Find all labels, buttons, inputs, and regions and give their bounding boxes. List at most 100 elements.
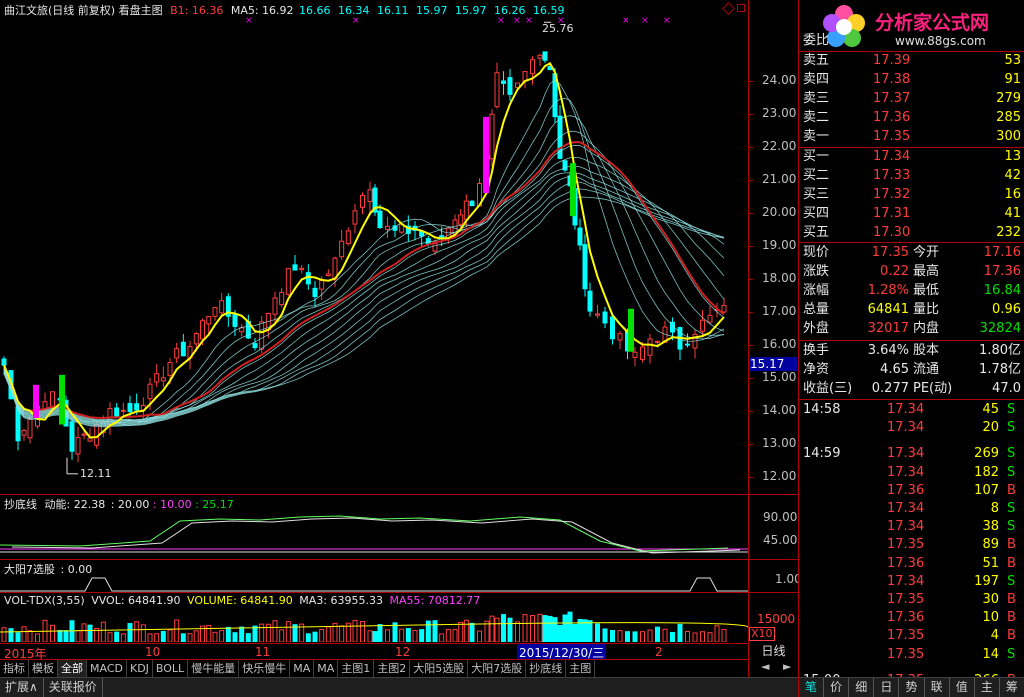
volume-bar bbox=[647, 629, 653, 642]
ribbon-ma-line bbox=[3, 196, 725, 428]
tick-side: S bbox=[1007, 501, 1016, 516]
candle-body bbox=[252, 343, 258, 349]
tab-chips[interactable]: 筹 bbox=[1000, 678, 1024, 697]
sell-row: 卖四 17.38 91 bbox=[799, 71, 1024, 89]
candle-body bbox=[174, 348, 180, 359]
nav-left-arrow[interactable]: ◄ bbox=[761, 660, 769, 673]
tab-macd[interactable]: MACD bbox=[87, 660, 127, 677]
related-quotes-button[interactable]: 关联报价 bbox=[44, 678, 103, 697]
quote-label: 内盘 bbox=[913, 321, 940, 336]
tab-bottom-line[interactable]: 抄底线 bbox=[526, 660, 567, 677]
tab-indicator[interactable]: 指标 bbox=[0, 660, 29, 677]
nav-right-arrow[interactable]: ► bbox=[783, 660, 791, 673]
quote-label: 涨跌 bbox=[803, 264, 830, 279]
tab-big-yang-5[interactable]: 大阳5选股 bbox=[410, 660, 469, 677]
volume-bar bbox=[180, 633, 186, 642]
volume-bar bbox=[75, 630, 81, 642]
candle-body bbox=[640, 346, 645, 360]
volume-bar bbox=[542, 615, 548, 642]
nav-left-icon: ◄ bbox=[761, 660, 770, 673]
volume-bar bbox=[352, 619, 358, 642]
volume-bar bbox=[399, 628, 405, 642]
candle-body bbox=[432, 243, 438, 252]
buy-label: 买二 bbox=[803, 168, 830, 183]
tab-price[interactable]: 价 bbox=[824, 678, 850, 697]
tab-main-chart-1[interactable]: 主图1 bbox=[338, 660, 375, 677]
expand-button[interactable]: 扩展∧ bbox=[0, 678, 44, 697]
tab-happy-slow-bull[interactable]: 快乐慢牛 bbox=[239, 660, 291, 677]
candle-body bbox=[114, 407, 120, 418]
tab-boll[interactable]: BOLL bbox=[153, 660, 189, 677]
vol-ma-line bbox=[0, 622, 748, 633]
square-icon[interactable] bbox=[737, 4, 745, 12]
sell-label: 卖四 bbox=[803, 72, 830, 87]
candle-body bbox=[325, 273, 331, 277]
ind1-v3: : 25.17 bbox=[195, 498, 234, 511]
tick-price: 17.35 bbox=[887, 537, 925, 553]
sell-label: 卖一 bbox=[803, 129, 830, 144]
ind2-chart[interactable] bbox=[0, 574, 748, 592]
chart-area[interactable]: 曲江文旅(日线 前复权) 看盘主图 B1: 16.36 MA5: 16.92 1… bbox=[0, 0, 802, 697]
signal-bar bbox=[33, 384, 39, 418]
volume-bar bbox=[458, 621, 464, 642]
candle-body bbox=[69, 421, 75, 452]
candlestick-chart[interactable]: × × × × × × × × × bbox=[0, 16, 748, 494]
buy-price: 17.34 bbox=[873, 149, 911, 164]
buy-label: 买五 bbox=[803, 225, 830, 240]
order-ratio-row: 委比 bbox=[799, 32, 1024, 50]
volume-chart[interactable] bbox=[0, 608, 748, 642]
tick-row: 17.34 182 S bbox=[799, 464, 1024, 482]
ind1-v2: : 10.00 bbox=[152, 498, 192, 511]
tick-volume: 182 bbox=[974, 464, 999, 480]
tab-trend[interactable]: 势 bbox=[899, 678, 925, 697]
tab-trades[interactable]: 笔 bbox=[799, 678, 825, 697]
volume-bar bbox=[219, 629, 225, 642]
diamond-icon[interactable] bbox=[722, 2, 735, 15]
tab-main-chart-2[interactable]: 主图2 bbox=[374, 660, 411, 677]
tab-main[interactable]: 主 bbox=[975, 678, 1000, 697]
tick-volume: 51 bbox=[982, 555, 999, 571]
tab-kdj[interactable]: KDJ bbox=[127, 660, 153, 677]
tab-main-chart[interactable]: 主图 bbox=[566, 660, 596, 677]
candle-body bbox=[632, 351, 638, 358]
candle-body bbox=[87, 437, 93, 442]
high-annotation: 25.76 bbox=[542, 22, 574, 35]
tab-slow-bull-energy[interactable]: 慢牛能量 bbox=[188, 660, 240, 677]
tab-ma[interactable]: MA bbox=[314, 660, 339, 677]
tab-template[interactable]: 模板 bbox=[29, 660, 58, 677]
volume-bar bbox=[69, 620, 75, 642]
sell-label: 卖二 bbox=[803, 110, 830, 125]
tick-side: B bbox=[1007, 555, 1016, 571]
tab-ma[interactable]: MA bbox=[290, 660, 315, 677]
volume-bar bbox=[425, 620, 431, 642]
tick-row: 17.34 8 S bbox=[799, 500, 1024, 518]
tab-big-yang-7[interactable]: 大阳7选股 bbox=[468, 660, 527, 677]
tab-value[interactable]: 值 bbox=[950, 678, 975, 697]
vol-unit: X10 bbox=[751, 627, 773, 640]
candle-body bbox=[655, 340, 660, 343]
volume-bar bbox=[154, 633, 160, 642]
volume-bar bbox=[160, 630, 166, 642]
tick-side: S bbox=[1007, 402, 1016, 417]
tab-linked[interactable]: 联 bbox=[925, 678, 950, 697]
candle-body bbox=[50, 391, 55, 408]
ind1-chart[interactable] bbox=[0, 511, 748, 557]
volume-bar bbox=[63, 630, 69, 642]
candle-body bbox=[200, 320, 205, 340]
tick-row: 17.35 4 B bbox=[799, 627, 1024, 645]
signal-marker: × bbox=[497, 16, 505, 26]
candle-body bbox=[367, 189, 373, 203]
tab-all[interactable]: 全部 bbox=[58, 660, 87, 677]
volume-bar bbox=[469, 622, 475, 642]
tab-daily[interactable]: 日 bbox=[874, 678, 900, 697]
volume-bar bbox=[419, 629, 425, 642]
tick-volume: 38 bbox=[982, 519, 999, 535]
period-selector[interactable]: 日线 bbox=[749, 643, 798, 659]
tick-volume: 10 bbox=[982, 610, 999, 626]
ind1-line bbox=[0, 515, 729, 552]
volume-bar bbox=[193, 630, 199, 642]
quote-row: 外盘 32017 内盘 32824 bbox=[799, 320, 1024, 338]
buy-volume: 16 bbox=[1004, 187, 1021, 202]
tab-detail[interactable]: 细 bbox=[849, 678, 875, 697]
signal-marker: × bbox=[513, 16, 521, 26]
